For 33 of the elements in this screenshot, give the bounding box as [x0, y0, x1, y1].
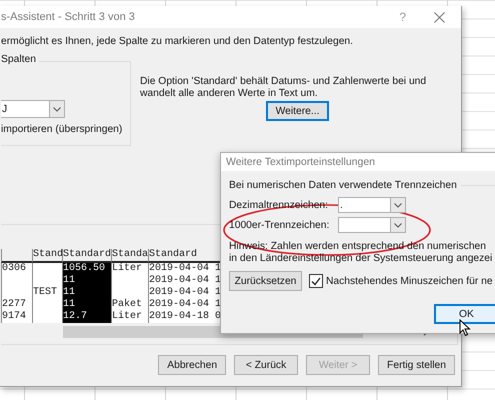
chevron-icon [390, 198, 405, 212]
table-cell: 12.7 [62, 311, 111, 323]
reset-button[interactable]: Zurücksetzen [229, 271, 302, 291]
table-cell: 11 [62, 275, 111, 287]
field-label: 1000er-Trennzeichen: [229, 220, 330, 230]
wizard-button[interactable]: Abbrechen [158, 355, 226, 375]
date-format-dropdown[interactable]: J [1, 100, 65, 118]
intro-text: ermöglicht es Ihnen, jede Spalte zu markieren und den Datentyp festzulegen. [1, 36, 354, 47]
column-header[interactable]: Standa [111, 249, 148, 263]
info-text: Die Option 'Standard' behält Datums- und Zahlenwerte bei und wandelt alle anderen Werte in Text um. [140, 76, 428, 100]
separator-dropdown[interactable]: . [338, 197, 406, 213]
window-title: s-Assistent - Schritt 3 von 3 [1, 11, 136, 23]
ok-button[interactable]: OK [434, 304, 495, 324]
chevron-icon [49, 101, 64, 117]
checkbox-label[interactable]: Nachstehendes Minuszeichen für ne [326, 276, 493, 286]
table-cell: 11 [62, 299, 111, 311]
column-header[interactable]: Standard [62, 249, 111, 263]
column-header[interactable]: Stand [32, 249, 62, 263]
group-label: Bei numerischen Daten verwendete Trennzeichen [229, 180, 457, 191]
field-label: Dezimaltrennzeichen: [229, 200, 330, 210]
table-cell: 11 [62, 287, 111, 299]
checkbox[interactable] [309, 274, 323, 288]
column-header[interactable] [1, 249, 32, 263]
chevron-icon [390, 218, 405, 232]
wizard-button[interactable]: Fertig stellen [378, 355, 455, 375]
radio-label[interactable]: importieren (überspringen) [1, 124, 122, 135]
close-icon[interactable] [434, 12, 445, 22]
group-label: Spalten [1, 54, 39, 65]
more-button[interactable]: Weitere... [266, 101, 329, 121]
wizard-button[interactable]: < Zurück [234, 355, 298, 375]
window-title: Weitere Textimporteinstellungen [221, 153, 495, 171]
mouse-cursor-icon [459, 319, 471, 337]
table-cell: 1056.50 [62, 263, 111, 275]
